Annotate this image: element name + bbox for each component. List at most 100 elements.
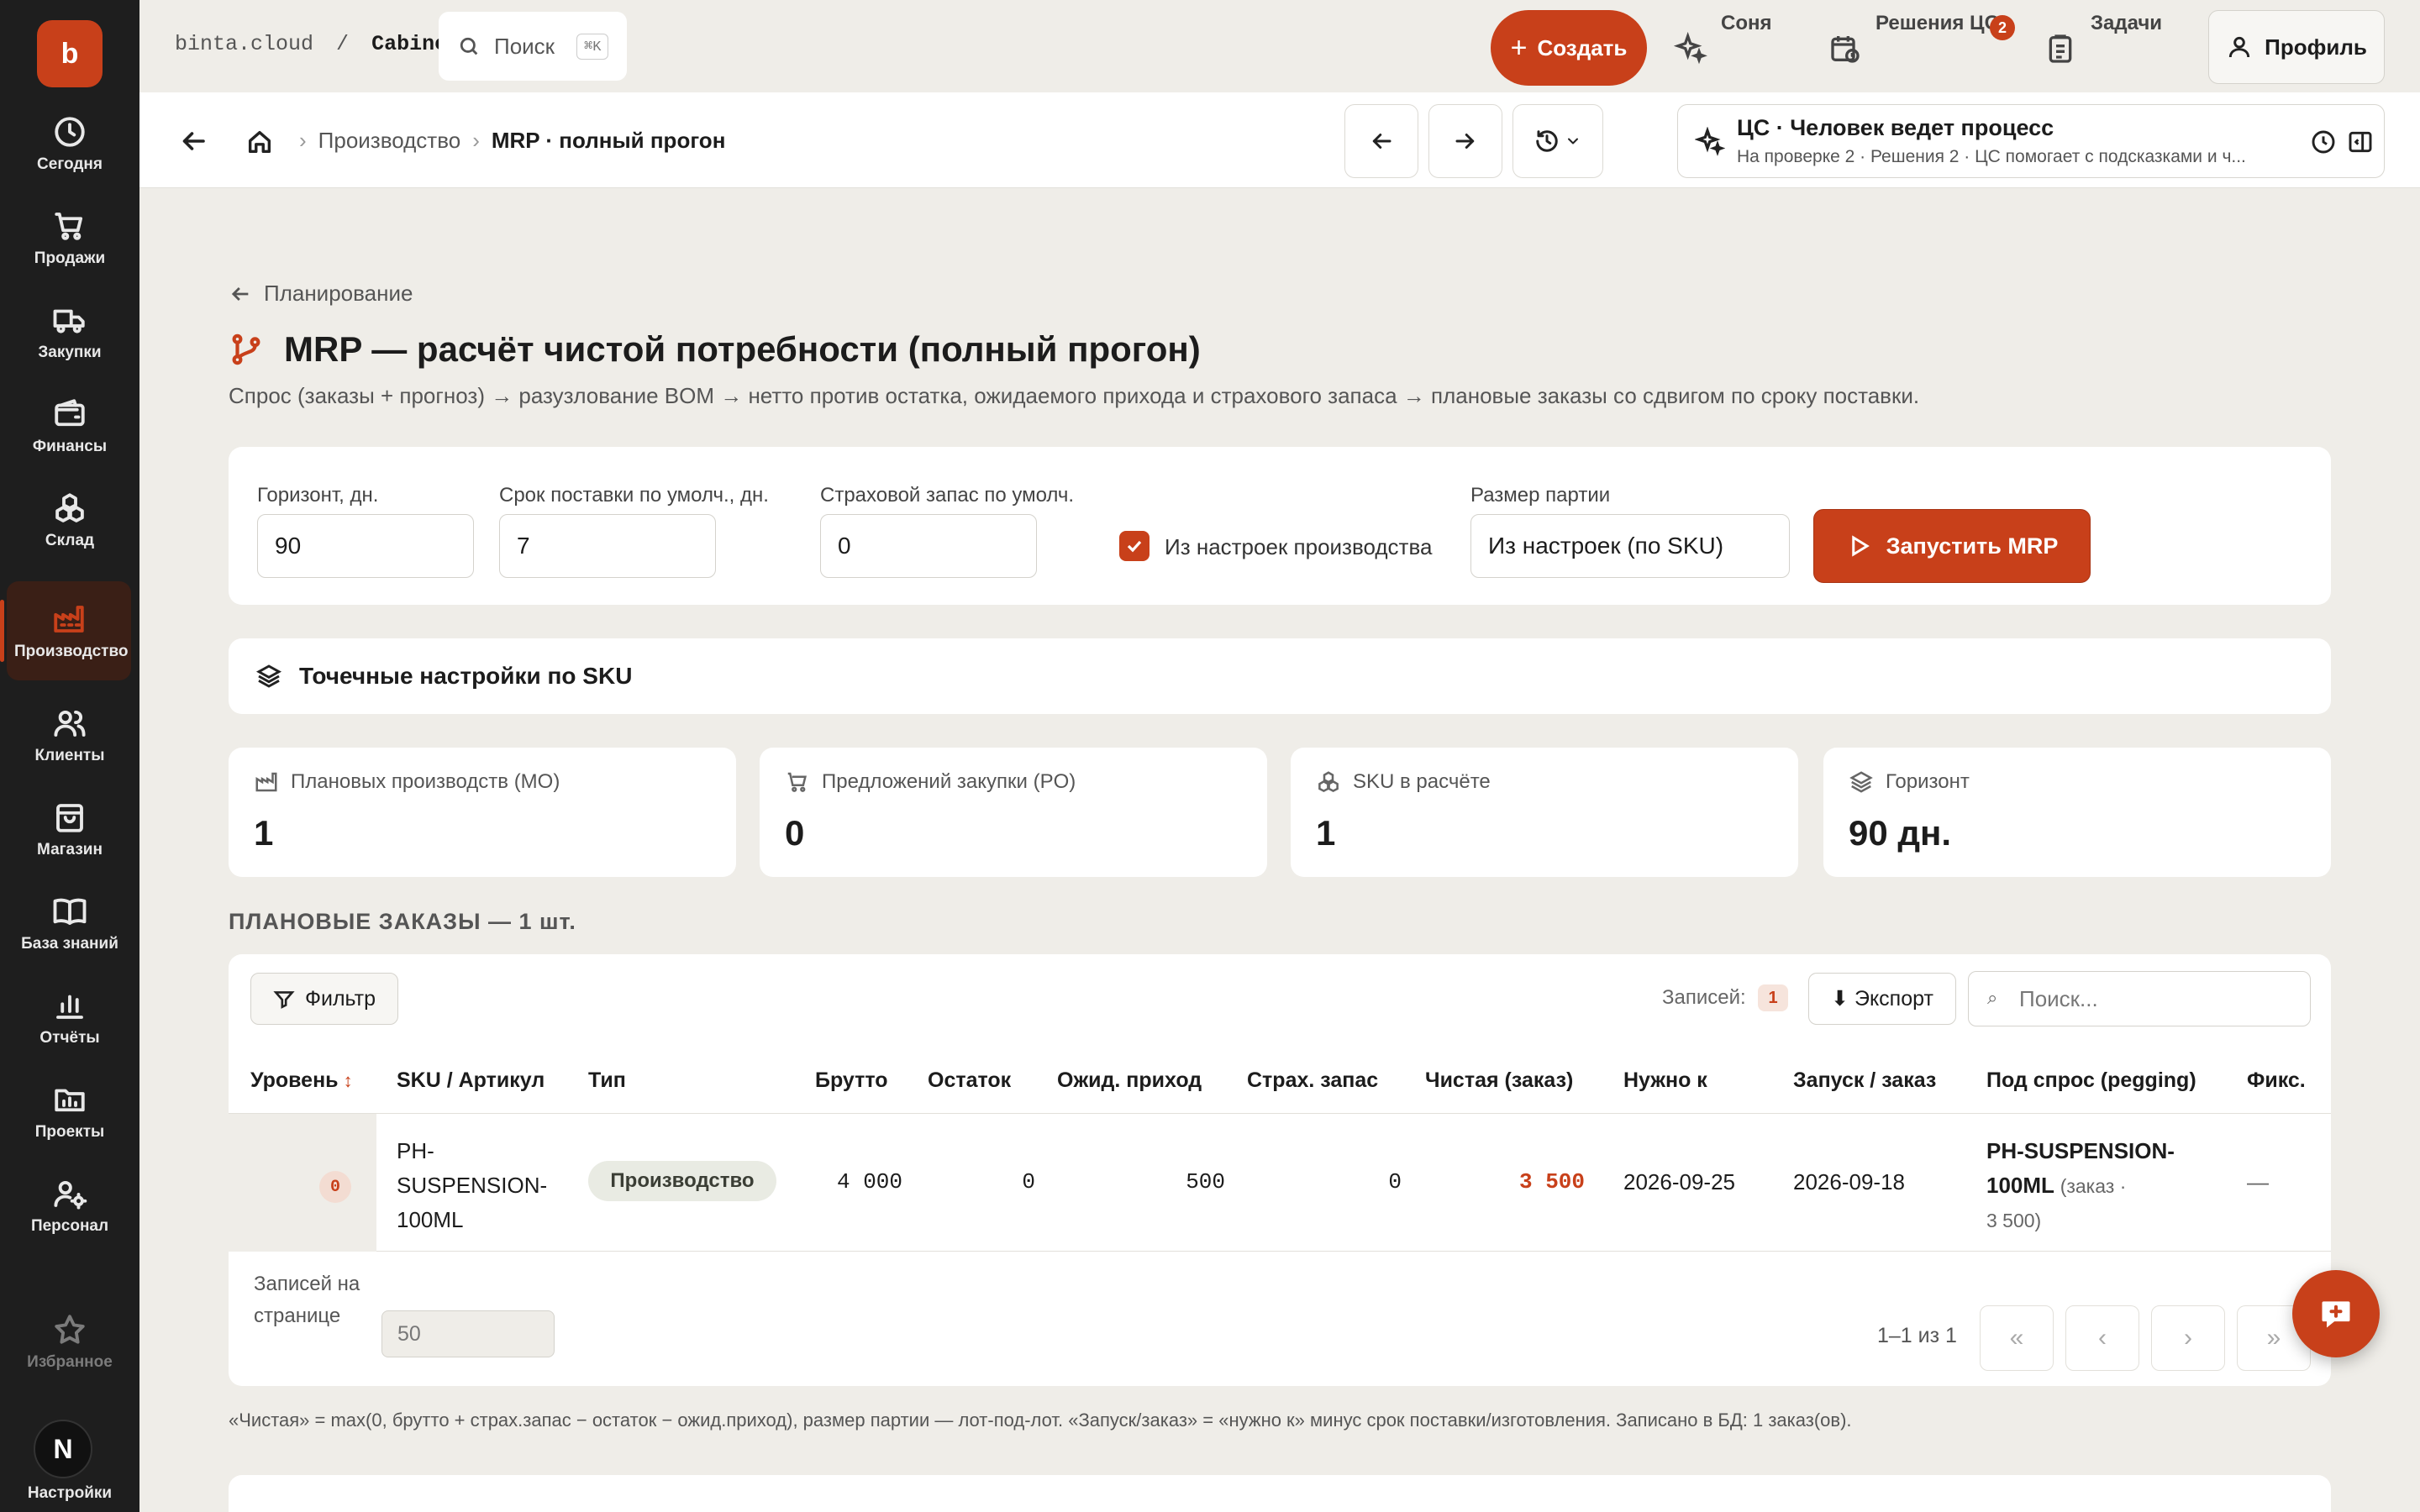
arrow-left-icon (231, 286, 249, 301)
sidebar-item-warehouse[interactable]: Склад (0, 470, 139, 570)
filter-button[interactable]: Фильтр (250, 973, 398, 1025)
shortcut-hint: ⌘K (576, 33, 609, 60)
from-settings-checkbox[interactable] (1119, 531, 1150, 561)
sidebar-item-sales[interactable]: Продажи (0, 188, 139, 287)
per-page-input[interactable]: 50 (381, 1310, 555, 1357)
page-title: MRP — расчёт чистой потребности (полный … (229, 329, 1201, 370)
sku-cell: PH- SUSPENSION- 100ML (397, 1138, 548, 1232)
gross-cell: 4 000 (836, 1169, 902, 1194)
stat-sku-count: SKU в расчёте 1 (1291, 748, 1798, 877)
app-logo[interactable]: b (37, 20, 103, 87)
sidebar-item-purchases[interactable]: Закупки (0, 282, 139, 381)
panel-toggle-icon[interactable] (2347, 129, 2374, 155)
layers-icon (255, 664, 282, 688)
col-stock[interactable]: Остаток (928, 1068, 1011, 1093)
col-need-by[interactable]: Нужно к (1623, 1068, 1707, 1093)
col-level[interactable]: Уровень ↕ (250, 1068, 353, 1093)
users-icon (54, 710, 86, 737)
run-mrp-button[interactable]: Запустить MRP (1813, 509, 2091, 583)
horizon-input[interactable]: 90 (257, 514, 474, 578)
stat-purchase-po: Предложений закупки (PO) 0 (760, 748, 1267, 877)
arrow-left-icon (182, 132, 205, 150)
sku-settings-toggle[interactable]: Точечные настройки по SKU (229, 638, 2331, 714)
safety-stock-input[interactable]: 0 (820, 514, 1037, 578)
topbar: binta.cloud / Cabinet Поиск ⌘K + Создать… (139, 0, 2420, 92)
records-count-badge: 1 (1758, 984, 1788, 1011)
sparkle-icon (1695, 127, 1725, 156)
records-label: Записей: (1662, 986, 1746, 1009)
global-search[interactable]: Поиск ⌘K (439, 12, 627, 81)
col-net[interactable]: Чистая (заказ) (1425, 1068, 1573, 1093)
sidebar-item-production[interactable]: Производство (0, 581, 131, 680)
breadcrumb-production[interactable]: Производство (318, 128, 461, 154)
sidebar-item-finance[interactable]: Финансы (0, 376, 139, 475)
home-button[interactable] (245, 128, 274, 156)
back-button[interactable] (178, 126, 208, 156)
sidebar-item-knowledge[interactable]: База знаний (0, 874, 139, 973)
plus-icon: + (1510, 31, 1528, 64)
history-back-button[interactable] (1344, 104, 1418, 178)
col-fixed[interactable]: Фикс. (2247, 1068, 2306, 1093)
tasks-button[interactable]: Задачи (2044, 0, 2162, 92)
star-icon (55, 1315, 85, 1344)
table-search-input[interactable]: ⌕ Поиск... (1968, 971, 2311, 1026)
col-gross[interactable]: Брутто (815, 1068, 888, 1093)
safety-cell: 0 (1388, 1169, 1402, 1194)
first-page-button[interactable]: « (1980, 1305, 2054, 1371)
lot-size-select[interactable]: Из настроек (по SKU) (1470, 514, 1790, 578)
bag-icon (56, 804, 83, 832)
clock-icon (55, 117, 85, 147)
play-icon (1851, 535, 1870, 557)
from-settings-label[interactable]: Из настроек производства (1165, 534, 1432, 560)
cs-title: ЦС · Человек ведет процесс (1737, 115, 2054, 140)
clipboard-icon (2049, 34, 2072, 63)
chat-assistant-button[interactable] (2292, 1270, 2380, 1357)
table-row[interactable]: 0 PH- SUSPENSION- 100ML Производство 4 0… (229, 1114, 2331, 1252)
sonya-button[interactable]: Соня (1674, 0, 1772, 92)
per-page-label: Записей на странице (254, 1273, 360, 1327)
cart-icon (55, 213, 83, 240)
col-safety[interactable]: Страх. запас (1247, 1068, 1378, 1093)
home-icon (248, 130, 271, 154)
back-to-planning-link[interactable]: Планирование (229, 281, 413, 307)
sidebar-item-projects[interactable]: Проекты (0, 1062, 139, 1161)
user-icon (2229, 36, 2250, 58)
history-menu-button[interactable] (1512, 104, 1603, 178)
clock-icon[interactable] (2310, 129, 2337, 155)
filter-icon (273, 991, 295, 1009)
col-incoming[interactable]: Ожид. приход (1057, 1068, 1202, 1093)
decisions-button[interactable]: Решения ЦС (1828, 0, 1999, 92)
lead-time-input[interactable]: 7 (499, 514, 716, 578)
search-icon (460, 37, 478, 55)
sidebar-item-favorites[interactable]: Избранное (0, 1292, 139, 1391)
col-sku[interactable]: SKU / Артикул (397, 1068, 544, 1093)
sparkle-icon (1674, 32, 1707, 65)
decisions-count-badge: 2 (1990, 15, 2015, 40)
history-icon (1536, 130, 1558, 152)
arrow-right-icon (1455, 134, 1475, 149)
cs-status-panel[interactable]: ЦС · Человек ведет процесс На проверке 2… (1677, 104, 2385, 178)
prev-page-button[interactable]: ‹ (2065, 1305, 2139, 1371)
sidebar-item-staff[interactable]: Персонал (0, 1156, 139, 1255)
sidebar-item-shop[interactable]: Магазин (0, 780, 139, 879)
col-type[interactable]: Тип (588, 1068, 626, 1093)
fixed-cell: — (2247, 1169, 2269, 1194)
profile-button[interactable]: Профиль (2208, 10, 2385, 84)
sidebar-item-today[interactable]: Сегодня (0, 94, 139, 193)
boxes-icon (55, 493, 84, 522)
check-icon (1127, 540, 1142, 553)
col-launch[interactable]: Запуск / заказ (1793, 1068, 1936, 1093)
calendar-clock-icon (1831, 36, 1860, 63)
sidebar-item-reports[interactable]: Отчёты (0, 968, 139, 1067)
create-button[interactable]: + Создать (1491, 10, 1647, 86)
next-page-button[interactable]: › (2151, 1305, 2225, 1371)
export-button[interactable]: ⬇ Экспорт (1808, 973, 1956, 1025)
user-avatar[interactable]: N (34, 1420, 92, 1478)
incoming-cell: 500 (1186, 1169, 1225, 1194)
sidebar-item-clients[interactable]: Клиенты (0, 685, 139, 785)
col-pegging[interactable]: Под спрос (pegging) (1986, 1068, 2196, 1093)
level-cell: 0 (229, 1114, 376, 1252)
workspace-crumb: binta.cloud / Cabinet (175, 32, 460, 56)
planned-orders-heading: ПЛАНОВЫЕ ЗАКАЗЫ — 1 шт. (229, 909, 576, 934)
history-forward-button[interactable] (1428, 104, 1502, 178)
